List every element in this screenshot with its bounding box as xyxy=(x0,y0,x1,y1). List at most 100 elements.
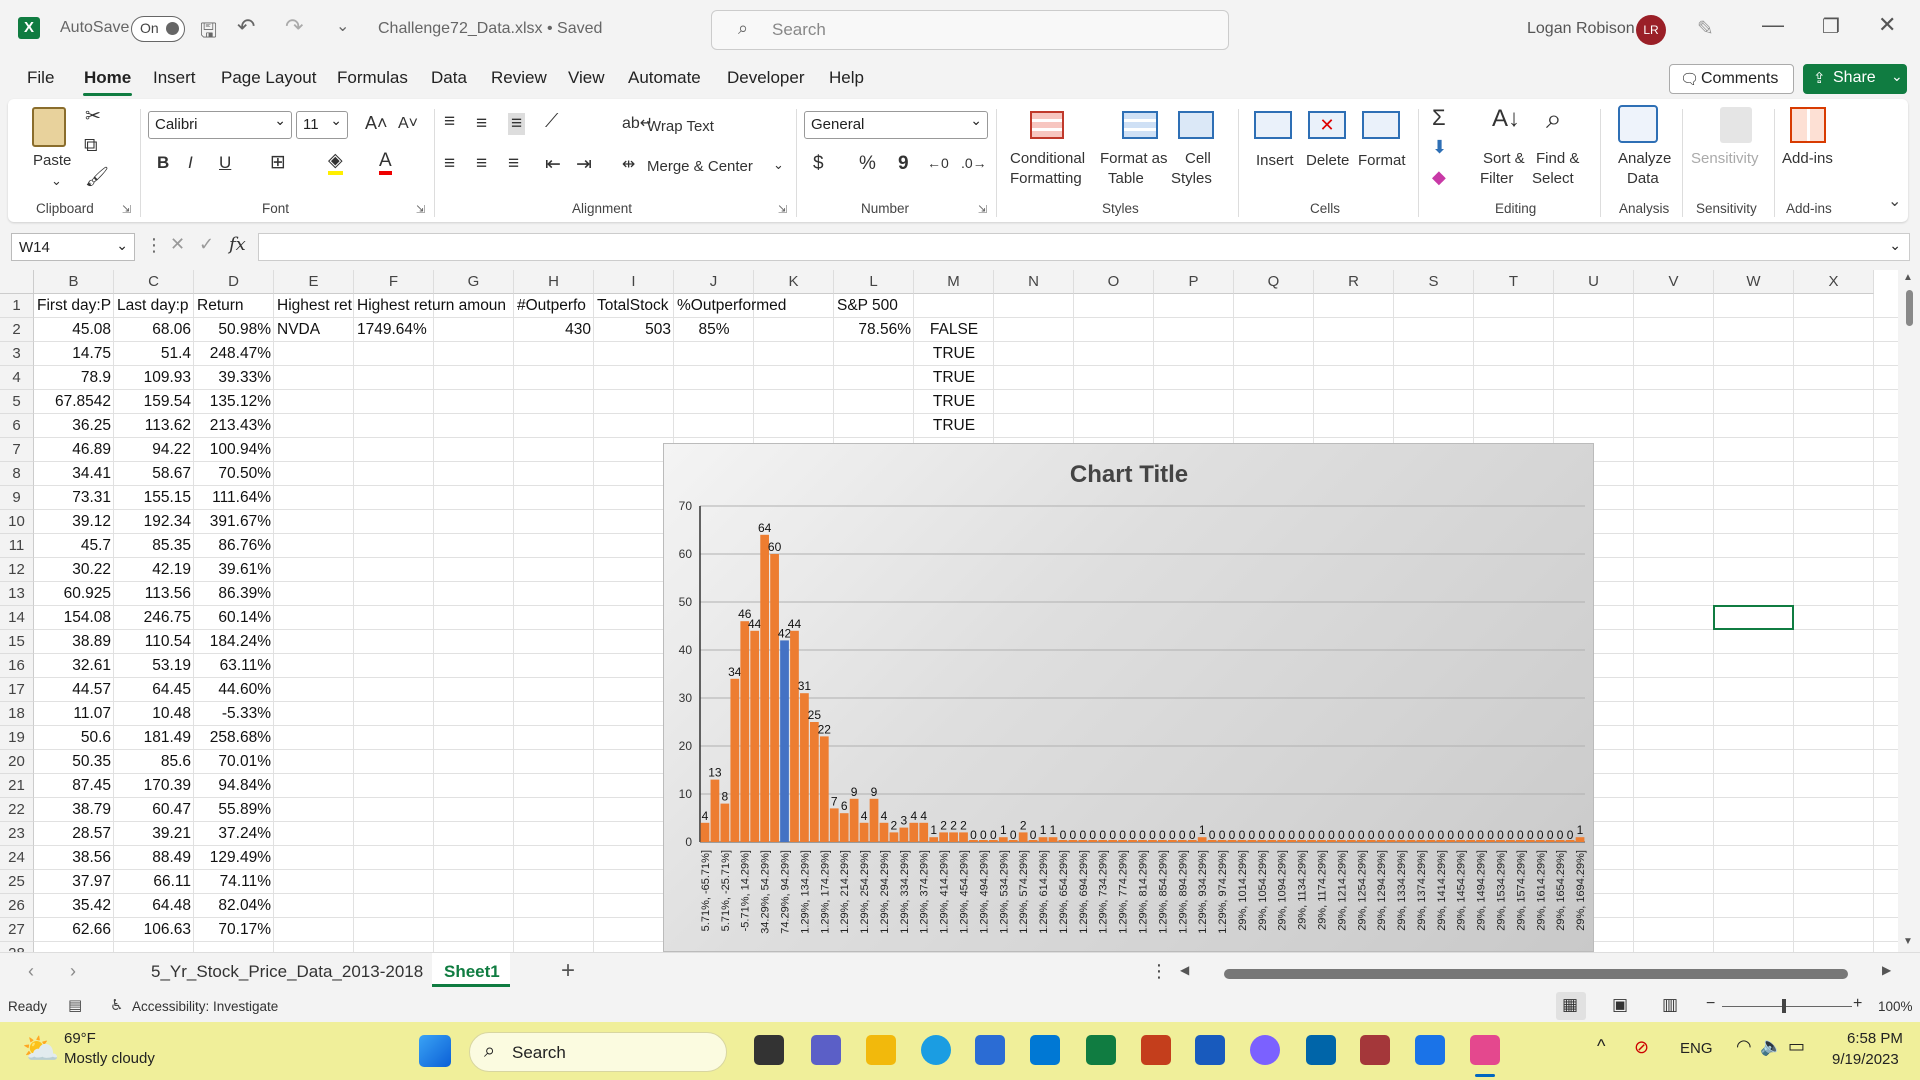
cell-b14[interactable]: 154.08 xyxy=(34,606,114,630)
format-painter-icon[interactable]: 🖌 xyxy=(85,165,109,189)
row-header[interactable]: 14 xyxy=(0,606,34,630)
dialog-launcher-icon[interactable]: ⇲ xyxy=(978,203,987,216)
column-header-g[interactable]: G xyxy=(434,270,514,294)
addins-icon[interactable] xyxy=(1790,107,1826,143)
cell-d27[interactable]: 70.17% xyxy=(194,918,274,942)
task-view-icon[interactable] xyxy=(754,1035,784,1065)
cell-d3[interactable]: 248.47% xyxy=(194,342,274,366)
row-header[interactable]: 9 xyxy=(0,486,34,510)
tab-help[interactable]: Help xyxy=(829,68,864,88)
cell-c12[interactable]: 42.19 xyxy=(114,558,194,582)
scroll-right-icon[interactable]: ▶ xyxy=(1882,963,1891,977)
cell-d7[interactable]: 100.94% xyxy=(194,438,274,462)
row-header[interactable]: 1 xyxy=(0,294,34,318)
paste-button[interactable]: Paste xyxy=(33,151,71,170)
cell-b7[interactable]: 46.89 xyxy=(34,438,114,462)
cell-styles-icon[interactable] xyxy=(1178,111,1214,139)
taskbar-search[interactable]: ⌕ Search xyxy=(469,1032,727,1072)
format-as-table-button-line1[interactable]: Format as xyxy=(1100,149,1168,168)
cell-d6[interactable]: 213.43% xyxy=(194,414,274,438)
cell-d2[interactable]: 50.98% xyxy=(194,318,274,342)
edge-icon[interactable] xyxy=(921,1035,951,1065)
row-header[interactable]: 27 xyxy=(0,918,34,942)
cell-m6[interactable]: TRUE xyxy=(914,414,994,438)
find-select-button-line2[interactable]: Select xyxy=(1532,169,1574,188)
column-header-o[interactable]: O xyxy=(1074,270,1154,294)
cell-d15[interactable]: 184.24% xyxy=(194,630,274,654)
cell-m2[interactable]: FALSE xyxy=(914,318,994,342)
cell-c19[interactable]: 181.49 xyxy=(114,726,194,750)
align-bottom-icon[interactable]: ≡ xyxy=(508,113,526,135)
column-header-e[interactable]: E xyxy=(274,270,354,294)
zoom-out-icon[interactable]: − xyxy=(1706,995,1715,1013)
conditional-formatting-button-line1[interactable]: Conditional xyxy=(1010,149,1085,168)
cell-d10[interactable]: 391.67% xyxy=(194,510,274,534)
insert-button[interactable]: Insert xyxy=(1256,151,1294,170)
add-sheet-icon[interactable]: + xyxy=(561,957,575,985)
comma-style-icon[interactable]: 9 xyxy=(898,153,909,175)
row-header[interactable]: 22 xyxy=(0,798,34,822)
comments-button[interactable]: 🗨 Comments xyxy=(1669,64,1794,94)
cell-d20[interactable]: 70.01% xyxy=(194,750,274,774)
analyze-data-button-line1[interactable]: Analyze xyxy=(1618,149,1671,168)
conditional-formatting-button-line2[interactable]: Formatting xyxy=(1010,169,1082,188)
expand-formula-icon[interactable]: ⌄ xyxy=(1889,237,1901,254)
scroll-left-icon[interactable]: ◀ xyxy=(1180,963,1189,977)
cell-b11[interactable]: 45.7 xyxy=(34,534,114,558)
cell-b23[interactable]: 28.57 xyxy=(34,822,114,846)
row-header[interactable]: 28 xyxy=(0,942,34,952)
excel-taskbar-icon[interactable] xyxy=(1086,1035,1116,1065)
row-header[interactable]: 24 xyxy=(0,846,34,870)
vertical-scrollbar[interactable]: ▲ ▼ xyxy=(1898,270,1920,952)
borders-icon[interactable]: ⊞ xyxy=(270,151,286,174)
column-header-r[interactable]: R xyxy=(1314,270,1394,294)
zoom-slider-thumb[interactable] xyxy=(1782,999,1786,1013)
cell-d8[interactable]: 70.50% xyxy=(194,462,274,486)
windows-start-icon[interactable] xyxy=(419,1035,451,1067)
row-header[interactable]: 3 xyxy=(0,342,34,366)
cell-l1[interactable]: S&P 500 xyxy=(834,294,914,318)
column-header-h[interactable]: H xyxy=(514,270,594,294)
cell-d13[interactable]: 86.39% xyxy=(194,582,274,606)
cell-b15[interactable]: 38.89 xyxy=(34,630,114,654)
cell-c4[interactable]: 109.93 xyxy=(114,366,194,390)
zoom-level[interactable]: 100% xyxy=(1878,999,1913,1014)
cell-e2[interactable]: NVDA xyxy=(274,318,354,342)
cell-c9[interactable]: 155.15 xyxy=(114,486,194,510)
row-header[interactable]: 4 xyxy=(0,366,34,390)
currency-icon[interactable]: $ xyxy=(813,153,824,175)
cell-c10[interactable]: 192.34 xyxy=(114,510,194,534)
cell-b18[interactable]: 11.07 xyxy=(34,702,114,726)
store-icon[interactable] xyxy=(975,1035,1005,1065)
formula-input[interactable]: ⌄ xyxy=(258,233,1910,261)
cell-h1[interactable]: #Outperfo xyxy=(514,294,594,318)
minimize-icon[interactable]: — xyxy=(1762,12,1784,38)
row-header[interactable]: 7 xyxy=(0,438,34,462)
cell-c24[interactable]: 88.49 xyxy=(114,846,194,870)
cell-b8[interactable]: 34.41 xyxy=(34,462,114,486)
column-header-w[interactable]: W xyxy=(1714,270,1794,294)
cell-b21[interactable]: 87.45 xyxy=(34,774,114,798)
decrease-font-icon[interactable]: A˅ xyxy=(398,115,418,133)
clock-time[interactable]: 6:58 PM xyxy=(1847,1030,1903,1047)
row-header[interactable]: 6 xyxy=(0,414,34,438)
network-alert-icon[interactable]: ⊘ xyxy=(1634,1037,1649,1058)
volume-icon[interactable]: 🔈 xyxy=(1760,1036,1782,1057)
column-header-p[interactable]: P xyxy=(1154,270,1234,294)
vertical-scroll-thumb[interactable] xyxy=(1906,290,1913,326)
fill-icon[interactable]: ⬇ xyxy=(1432,137,1447,158)
cell-c17[interactable]: 64.45 xyxy=(114,678,194,702)
cell-m3[interactable]: TRUE xyxy=(914,342,994,366)
analyze-data-button-line2[interactable]: Data xyxy=(1627,169,1659,188)
pen-icon[interactable]: ✎ xyxy=(1697,16,1714,41)
row-header[interactable]: 11 xyxy=(0,534,34,558)
cell-d16[interactable]: 63.11% xyxy=(194,654,274,678)
name-box[interactable]: W14 ⌄ xyxy=(11,233,135,261)
cut-icon[interactable]: ✂ xyxy=(85,105,101,128)
column-header-n[interactable]: N xyxy=(994,270,1074,294)
redo-icon[interactable]: ↷ xyxy=(285,14,303,40)
row-header[interactable]: 18 xyxy=(0,702,34,726)
cell-d5[interactable]: 135.12% xyxy=(194,390,274,414)
normal-view-icon[interactable]: ▦ xyxy=(1562,995,1578,1015)
orientation-icon[interactable]: ⟋ xyxy=(545,111,558,133)
